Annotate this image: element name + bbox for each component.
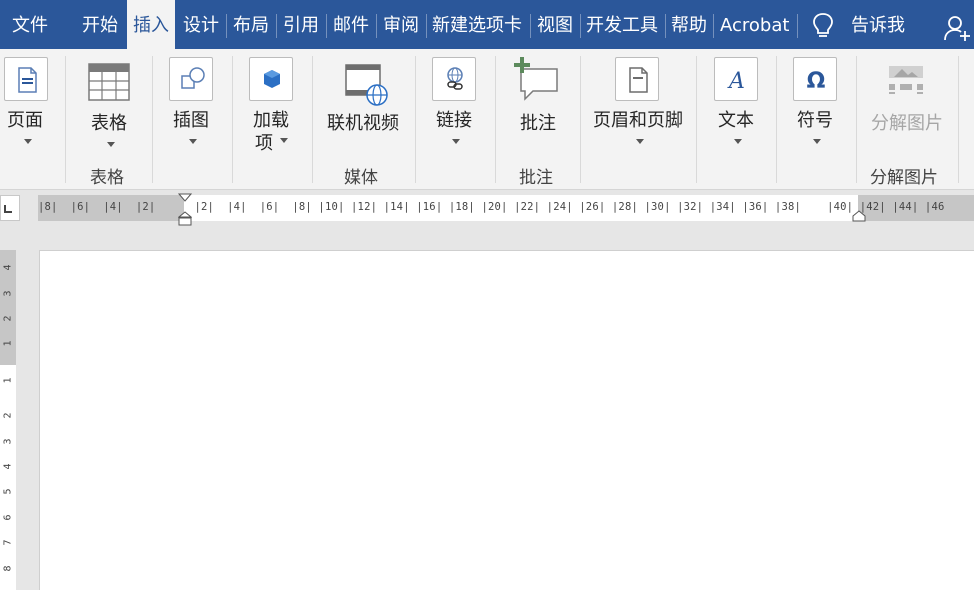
- header-footer-button[interactable]: [615, 57, 659, 101]
- comment-label[interactable]: 批注: [520, 109, 556, 135]
- addins-label-2: 项: [255, 133, 273, 154]
- vruler-tick: 7: [2, 539, 14, 546]
- illustrations-dropdown-caret[interactable]: [189, 139, 197, 144]
- table-dropdown-caret[interactable]: [107, 142, 115, 147]
- tab-view[interactable]: 视图: [537, 0, 573, 49]
- group-table-label: 表格: [90, 168, 124, 188]
- tab-acrobat[interactable]: Acrobat: [720, 0, 789, 49]
- tab-design[interactable]: 设计: [183, 0, 219, 49]
- header-footer-icon: [629, 67, 648, 93]
- vruler-tick: 2: [2, 412, 14, 419]
- ribbon-insert: 页面 表格 表格 插图 加载 项 联机视频 媒体 链接 批注 批注 页眉和页脚 …: [0, 49, 974, 190]
- tab-home[interactable]: 开始: [82, 0, 118, 49]
- header-footer-label: 页眉和页脚: [593, 110, 683, 131]
- share-person-icon[interactable]: [944, 14, 972, 42]
- links-button[interactable]: [432, 57, 476, 101]
- vruler-tick: 4: [2, 463, 14, 470]
- table-icon[interactable]: [88, 63, 130, 101]
- header-footer-dropdown-caret[interactable]: [636, 139, 644, 144]
- indent-markers[interactable]: [178, 193, 192, 227]
- group-split-image-label: 分解图片: [870, 168, 938, 188]
- omega-icon: Ω: [807, 69, 826, 94]
- tab-stop-selector[interactable]: [0, 195, 20, 221]
- comment-icon[interactable]: [513, 57, 561, 103]
- vruler-tick: 2: [2, 315, 14, 322]
- vruler-tick: 3: [2, 290, 14, 297]
- online-video-icon[interactable]: [344, 63, 390, 107]
- group-media-label: 媒体: [344, 168, 378, 188]
- tab-file[interactable]: 文件: [12, 0, 48, 49]
- tab-insert[interactable]: 插入: [127, 0, 175, 49]
- text-button[interactable]: A: [714, 57, 758, 101]
- tab-layout[interactable]: 布局: [233, 0, 269, 49]
- lightbulb-icon[interactable]: [811, 12, 835, 40]
- page-icon: [18, 67, 37, 93]
- vruler-tick: 6: [2, 514, 14, 521]
- shapes-icon: [181, 67, 205, 89]
- vruler-tick: 3: [2, 438, 14, 445]
- online-video-label[interactable]: 联机视频: [327, 109, 399, 135]
- split-image-icon[interactable]: [886, 63, 926, 99]
- illustrations-button[interactable]: [169, 57, 213, 101]
- vruler-tick: 4: [2, 264, 14, 271]
- ribbon-tab-bar: 文件 开始 插入 设计 布局 引用 邮件 审阅 新建选项卡 视图 开发工具 帮助…: [0, 0, 974, 49]
- tab-mailings[interactable]: 邮件: [333, 0, 369, 49]
- svg-text:A: A: [727, 69, 745, 94]
- addins-button[interactable]: [249, 57, 293, 101]
- right-indent-marker[interactable]: [852, 210, 866, 222]
- split-image-label[interactable]: 分解图片: [871, 109, 943, 135]
- svg-text:Ω: Ω: [807, 69, 826, 94]
- illustrations-label: 插图: [173, 110, 209, 131]
- group-comment-label: 批注: [519, 168, 553, 188]
- tab-developer[interactable]: 开发工具: [586, 0, 658, 49]
- document-page[interactable]: [39, 250, 974, 590]
- left-tab-icon: [4, 205, 12, 213]
- symbols-dropdown-caret[interactable]: [813, 139, 821, 144]
- vruler-tick: 8: [2, 565, 14, 572]
- text-dropdown-caret[interactable]: [734, 139, 742, 144]
- pages-button[interactable]: [4, 57, 48, 101]
- table-button-label[interactable]: 表格: [91, 109, 127, 135]
- tab-new-tab[interactable]: 新建选项卡: [432, 0, 522, 49]
- text-label: 文本: [718, 110, 754, 131]
- vertical-ruler[interactable]: 4 3 2 1 1 2 3 4 5 6 7 8: [0, 250, 16, 590]
- horizontal-ruler[interactable]: |8| |6| |4| |2| |2| |4| |6| |8| |10| |12…: [38, 193, 974, 226]
- pages-label: 页面: [7, 110, 43, 131]
- tab-references[interactable]: 引用: [283, 0, 319, 49]
- symbols-label: 符号: [797, 110, 833, 131]
- pages-dropdown-caret[interactable]: [24, 139, 32, 144]
- addins-dropdown-caret[interactable]: [280, 138, 288, 143]
- addin-icon: [264, 70, 280, 88]
- tell-me-search[interactable]: 告诉我: [851, 0, 905, 49]
- vruler-tick: 1: [2, 340, 14, 347]
- tab-review[interactable]: 审阅: [383, 0, 419, 49]
- text-icon: A: [727, 69, 745, 94]
- horizontal-ruler-numbers: |8| |6| |4| |2| |2| |4| |6| |8| |10| |12…: [38, 201, 945, 213]
- vruler-tick: 5: [2, 488, 14, 495]
- link-icon: [447, 67, 463, 90]
- links-label: 链接: [436, 110, 472, 131]
- links-dropdown-caret[interactable]: [452, 139, 460, 144]
- tab-help[interactable]: 帮助: [671, 0, 707, 49]
- vruler-tick: 1: [2, 377, 14, 384]
- symbols-button[interactable]: Ω: [793, 57, 837, 101]
